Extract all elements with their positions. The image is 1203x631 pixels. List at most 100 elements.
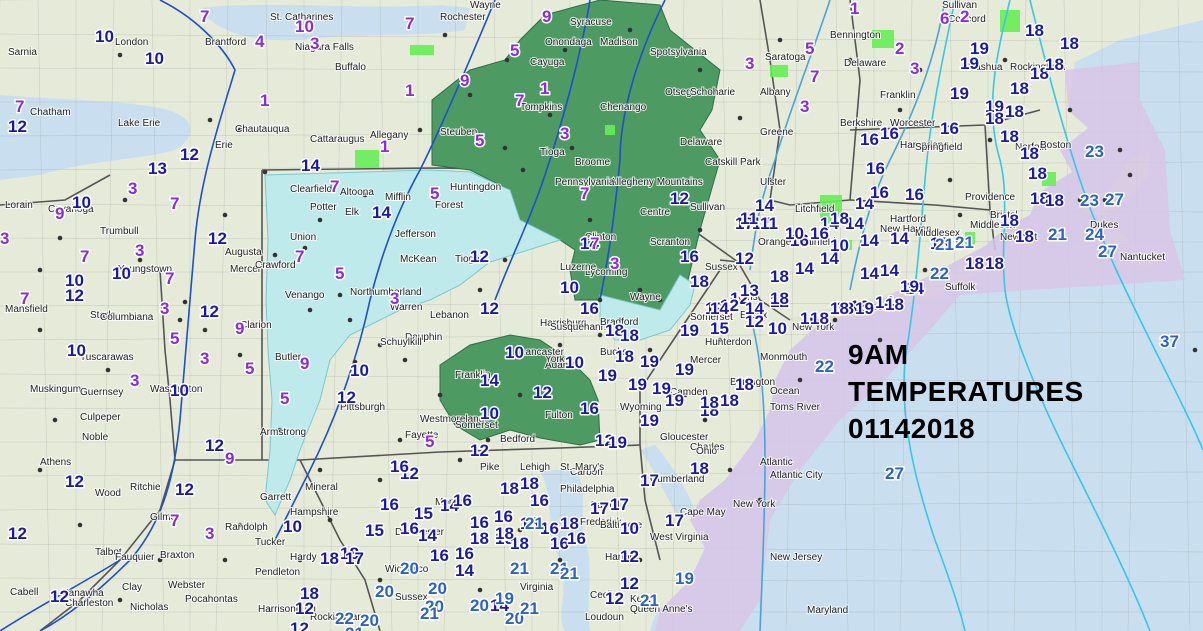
temperature-label: 16 [860, 130, 879, 149]
temperature-label: 18 [965, 254, 984, 273]
station-dot [477, 287, 483, 293]
place-label: Mineral [305, 482, 338, 493]
temperature-label: 19 [675, 360, 694, 379]
temperature-label: 7 [20, 289, 29, 308]
temperature-label: 10 [350, 361, 369, 380]
temperature-label: 16 [905, 185, 924, 204]
temperature-label: 7 [80, 247, 89, 266]
temperature-label: 5 [805, 39, 814, 58]
temperature-label: 22 [930, 264, 949, 283]
temperature-label: 18 [1015, 227, 1034, 246]
temperature-label: 3 [0, 229, 9, 248]
temperature-label: 12 [620, 574, 639, 593]
station-dot [777, 37, 783, 43]
temperature-label: 14 [860, 264, 879, 283]
place-label: Clarion [240, 320, 272, 331]
station-dot [504, 57, 510, 63]
temperature-label: 19 [900, 277, 919, 296]
temperature-label: 3 [200, 349, 209, 368]
temperature-label: 27 [1105, 190, 1124, 209]
station-dot [520, 167, 526, 173]
place-label: Sullivan [690, 202, 725, 213]
station-dot [222, 557, 228, 563]
temperature-label: 1 [405, 81, 414, 100]
station-dot [597, 332, 603, 338]
place-label: Brantford [205, 37, 246, 48]
place-label: Rochester [440, 12, 486, 23]
temperature-label: 1 [540, 79, 549, 98]
temperature-label: 14 [301, 156, 320, 175]
place-label: Bennington [830, 30, 881, 41]
temperature-label: 21 [510, 559, 529, 578]
temperature-label: 23 [1080, 191, 1099, 210]
temperature-label: 3 [560, 124, 569, 143]
temperature-label: 12 [735, 249, 754, 268]
temperature-label: 20 [400, 559, 419, 578]
temperature-label: 12 [65, 472, 84, 491]
place-label: Tioga [540, 147, 565, 158]
place-label: Venango [285, 290, 325, 301]
temperature-label: 15 [365, 521, 384, 540]
place-label: Clearfield [290, 184, 332, 195]
title-time: 9AM [848, 339, 909, 370]
temperature-label: 19 [970, 39, 989, 58]
temperature-label: 7 [200, 7, 209, 26]
station-dot [437, 392, 443, 398]
place-label: Webster [168, 580, 206, 591]
temperature-label: 16 [453, 491, 472, 510]
title-date: 01142018 [848, 413, 976, 444]
temperature-label: 12 [470, 247, 489, 266]
temperature-label: 18 [470, 529, 489, 548]
place-label: Columbiana [100, 312, 154, 323]
place-label: Albany [760, 87, 791, 98]
temperature-label: 12 [290, 619, 309, 631]
temperature-label: 16 [866, 159, 885, 178]
station-dot [337, 292, 343, 298]
temperature-label: 21 [520, 599, 539, 618]
place-label: Elk [345, 207, 360, 218]
temperature-label: 19 [608, 433, 627, 452]
temperature-label: 1 [260, 91, 269, 110]
temperature-label: 18 [1045, 55, 1064, 74]
temperature-label: 18 [830, 209, 849, 228]
temperature-label: 12 [205, 436, 224, 455]
temperature-label: 10 [112, 264, 131, 283]
temperature-label: 7 [515, 91, 524, 110]
temperature-label: 21 [955, 233, 974, 252]
temperature-label: 2 [895, 39, 904, 58]
temperature-label: 18 [1045, 191, 1064, 210]
temperature-label: 16 [880, 124, 899, 143]
temperature-label: 18 [1025, 21, 1044, 40]
temperature-label: 18 [1010, 79, 1029, 98]
temperature-label: 17 [665, 511, 684, 530]
temperature-label: 3 [160, 299, 169, 318]
station-dot [207, 117, 213, 123]
temperature-label: 3 [610, 254, 619, 273]
temperature-label: 18 [495, 524, 514, 543]
station-dot [697, 227, 703, 233]
temperature-label: 21 [420, 604, 439, 623]
place-label: Suffolk [945, 282, 976, 293]
place-label: Crawford [255, 260, 296, 271]
place-label: Noble [82, 432, 109, 443]
station-dot [347, 317, 353, 323]
place-label: Centre [640, 207, 670, 218]
place-label: Lancaster [520, 347, 565, 358]
temperature-label: 12 [533, 383, 552, 402]
station-dot [502, 257, 508, 263]
temperature-label: 21 [640, 591, 659, 610]
place-label: Lehigh [520, 462, 550, 473]
temperature-label: 18 [720, 391, 739, 410]
place-label: Athens [40, 457, 71, 468]
station-dot [377, 477, 383, 483]
temperature-label: 18 [700, 393, 719, 412]
place-label: Jefferson [395, 229, 436, 240]
place-label: Mifflin [385, 192, 411, 203]
temperature-label: 21 [525, 514, 544, 533]
temperature-label: 19 [950, 84, 969, 103]
temperature-label: 13 [148, 159, 167, 178]
station-dot [987, 137, 993, 143]
temperature-label: 18 [620, 326, 639, 345]
place-label: Butler [275, 352, 302, 363]
temperature-label: 18 [985, 109, 1004, 128]
